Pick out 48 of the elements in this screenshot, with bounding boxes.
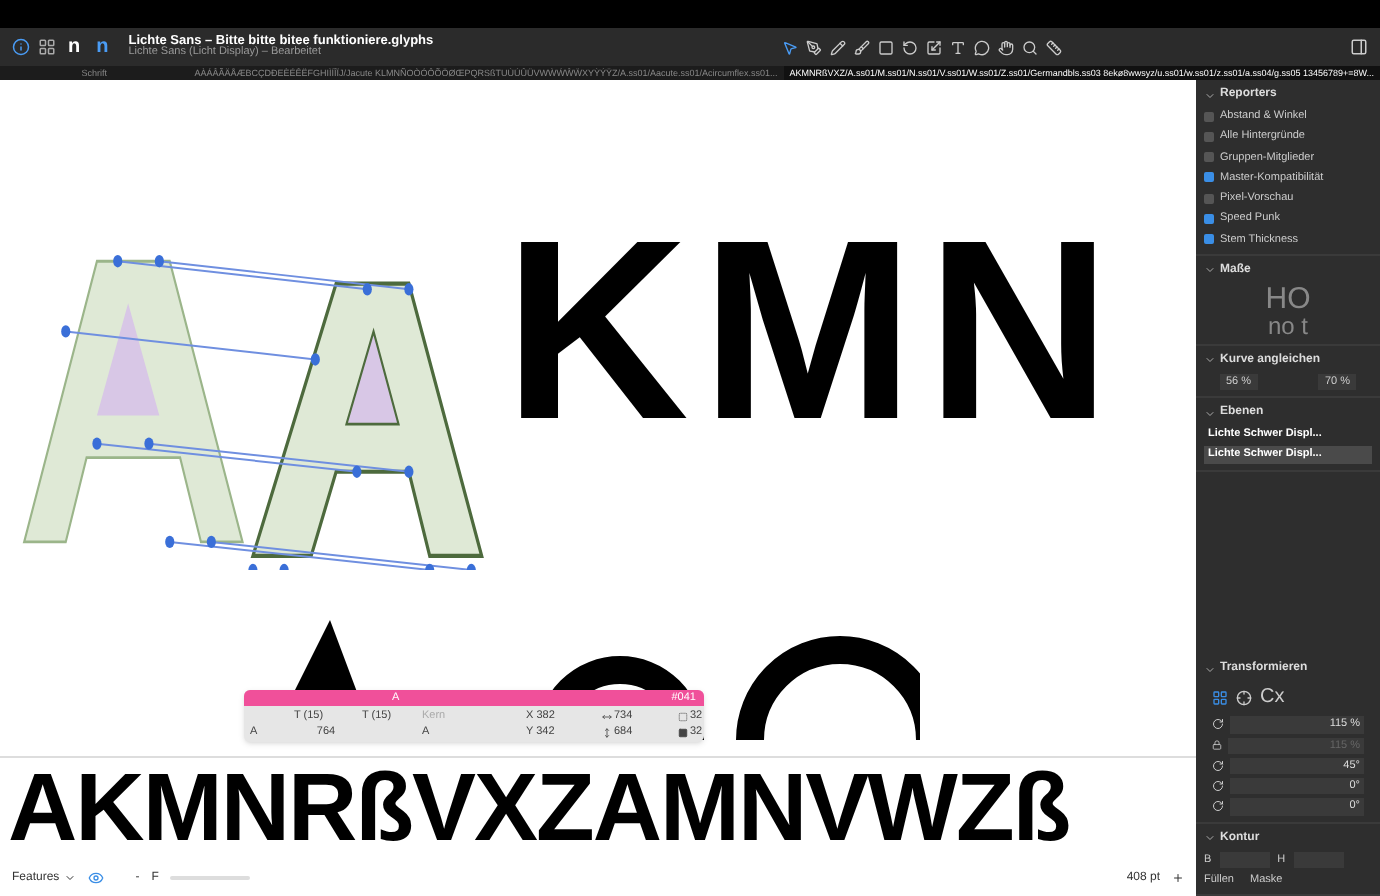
view-button[interactable]: n bbox=[64, 37, 85, 57]
checkbox[interactable] bbox=[1204, 193, 1214, 204]
metrics-preview: no t bbox=[1267, 313, 1308, 338]
canvas-glyphs: KMN bbox=[504, 204, 1123, 460]
chevron-icon[interactable] bbox=[1204, 407, 1216, 419]
info-icon[interactable] bbox=[12, 38, 30, 56]
rotate-icon[interactable] bbox=[901, 39, 918, 55]
chevron-icon[interactable] bbox=[1204, 354, 1216, 367]
filled-square-icon bbox=[678, 727, 688, 737]
speech-bubble-icon[interactable] bbox=[973, 39, 990, 55]
ruler-icon[interactable] bbox=[1045, 39, 1062, 55]
search-icon[interactable] bbox=[1021, 39, 1038, 55]
chevron-icon[interactable] bbox=[1204, 832, 1216, 844]
height-icon bbox=[602, 727, 612, 737]
grid-icon[interactable] bbox=[1212, 689, 1228, 706]
hand-icon[interactable] bbox=[997, 39, 1014, 55]
checkbox[interactable] bbox=[1204, 152, 1214, 163]
rectangle-icon[interactable] bbox=[877, 39, 894, 55]
pen-icon[interactable] bbox=[805, 39, 822, 55]
chevron-icon[interactable] bbox=[1204, 89, 1216, 101]
transform-icon[interactable] bbox=[1212, 759, 1224, 772]
text-tool-icon[interactable] bbox=[949, 39, 966, 55]
checkbox[interactable] bbox=[1204, 213, 1214, 224]
checkbox[interactable] bbox=[1204, 111, 1214, 122]
checkbox[interactable] bbox=[1204, 234, 1214, 245]
chevron-icon[interactable] bbox=[1204, 663, 1216, 676]
origin-icon[interactable] bbox=[1236, 689, 1252, 706]
grid-icon[interactable] bbox=[38, 38, 56, 56]
zoom-in-icon[interactable] bbox=[1172, 872, 1184, 884]
chevron-icon[interactable] bbox=[1204, 264, 1216, 277]
pointer-icon[interactable] bbox=[781, 39, 798, 55]
sidebar-toggle-icon[interactable] bbox=[1350, 38, 1368, 56]
transform-icon[interactable] bbox=[1212, 718, 1224, 731]
view-button[interactable]: n bbox=[92, 37, 113, 57]
brush-icon[interactable] bbox=[853, 39, 870, 55]
preview-text: AKMNRßVXZAMNVWZß bbox=[8, 761, 1070, 857]
origin-label: Cx bbox=[1260, 684, 1285, 713]
transform-icon[interactable] bbox=[1212, 780, 1224, 793]
width-icon bbox=[602, 711, 612, 721]
lock-icon[interactable] bbox=[1212, 740, 1222, 751]
scale-icon[interactable] bbox=[925, 39, 942, 55]
checkbox[interactable] bbox=[1204, 172, 1214, 183]
metrics-preview: HO bbox=[1265, 283, 1311, 314]
eye-icon[interactable] bbox=[87, 870, 104, 886]
transform-icon[interactable] bbox=[1212, 800, 1224, 813]
chevron-icon bbox=[63, 872, 76, 884]
checkbox[interactable] bbox=[1204, 131, 1214, 142]
pencil-icon[interactable] bbox=[829, 39, 846, 55]
